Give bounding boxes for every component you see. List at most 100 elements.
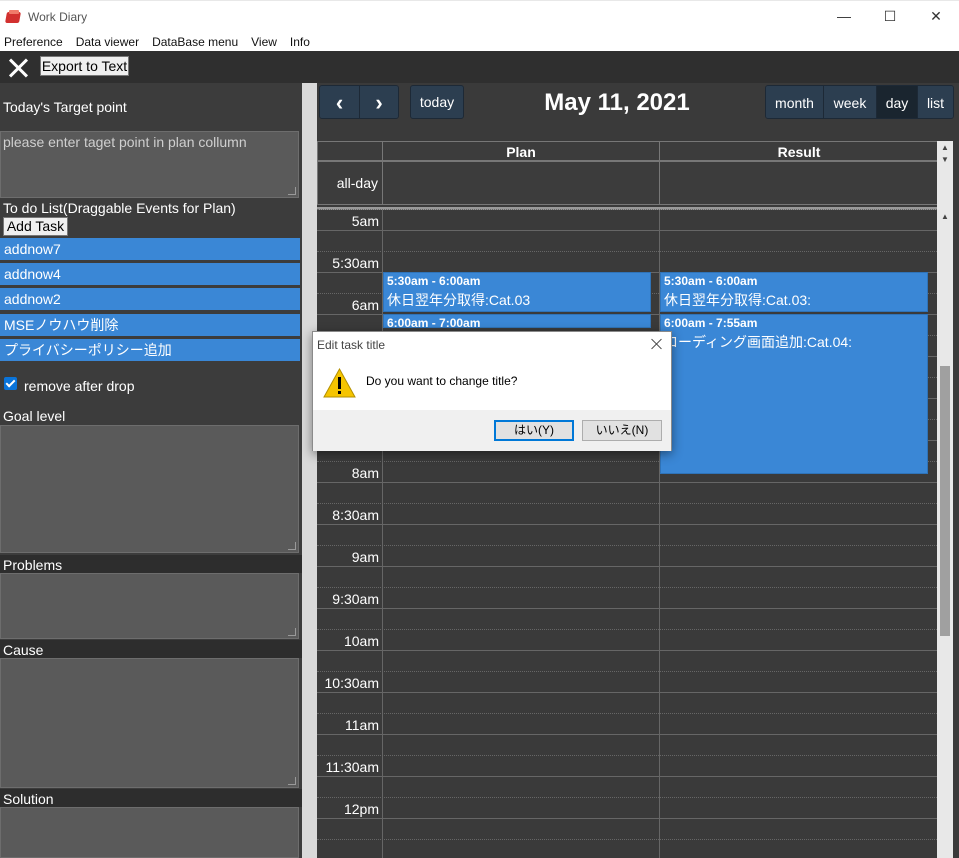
chevron-left-icon: ‹ — [335, 90, 344, 115]
menu-data-viewer[interactable]: Data viewer — [76, 35, 139, 49]
todo-item[interactable]: MSEノウハウ削除 — [0, 314, 300, 336]
plan-event[interactable]: 5:30am - 6:00am 休日翌年分取得:Cat.03 — [383, 272, 651, 312]
goal-level-textarea[interactable] — [0, 425, 299, 553]
close-icon[interactable] — [6, 56, 30, 80]
dialog-title: Edit task title — [317, 338, 386, 352]
menu-database[interactable]: DataBase menu — [152, 35, 238, 49]
minimize-icon[interactable]: — — [821, 1, 867, 31]
toolbar: Export to Text — [0, 51, 959, 83]
time-label: 10am — [343, 633, 379, 649]
remove-after-drop-label: remove after drop — [24, 378, 135, 394]
target-point-label: Today's Target point — [3, 99, 127, 115]
dialog-message: Do you want to change title? — [366, 374, 518, 388]
time-slot-row[interactable] — [317, 756, 939, 777]
time-slot-row[interactable] — [317, 714, 939, 735]
time-label: 8am — [351, 465, 379, 481]
time-slot-row[interactable] — [317, 231, 939, 252]
resize-grip-icon[interactable] — [288, 542, 296, 550]
time-slot-row[interactable] — [317, 777, 939, 798]
edit-task-title-dialog: Edit task title Do you want to change ti… — [312, 331, 672, 451]
window-title: Work Diary — [28, 9, 88, 24]
export-to-text-button[interactable]: Export to Text — [40, 56, 129, 76]
time-slot-row[interactable] — [317, 840, 939, 858]
menu-bar: Preference Data viewer DataBase menu Vie… — [0, 32, 959, 51]
time-column-header — [317, 141, 383, 161]
todo-item[interactable]: addnow7 — [0, 238, 300, 260]
left-panel-scrollbar[interactable] — [302, 83, 317, 858]
time-label: 5am — [351, 213, 379, 229]
time-slot-row[interactable] — [317, 546, 939, 567]
time-label: 6am — [351, 297, 379, 313]
app-book-icon — [6, 9, 22, 24]
view-week-button[interactable]: week — [823, 86, 876, 118]
todo-item[interactable]: addnow2 — [0, 288, 300, 310]
time-slot-row[interactable] — [317, 189, 939, 210]
time-slot-row[interactable] — [317, 504, 939, 525]
menu-view[interactable]: View — [251, 35, 277, 49]
resize-grip-icon[interactable] — [288, 777, 296, 785]
view-list-button[interactable]: list — [917, 86, 953, 118]
time-label: 9am — [351, 549, 379, 565]
add-task-button[interactable]: Add Task — [3, 217, 68, 236]
menu-info[interactable]: Info — [290, 35, 310, 49]
time-label: 5:30am — [332, 255, 379, 271]
time-label: 10:30am — [324, 675, 379, 691]
calendar-date-title: May 11, 2021 — [544, 89, 690, 116]
event-title: 休日翌年分取得:Cat.03: — [664, 292, 812, 308]
cause-textarea[interactable] — [0, 658, 299, 788]
time-slot-row[interactable] — [317, 483, 939, 504]
todo-item[interactable]: プライバシーポリシー追加 — [0, 339, 300, 361]
scroll-up-icon[interactable]: ▲ — [940, 143, 950, 152]
calendar-scrollbar[interactable]: ▲ ▼ ▲ — [937, 141, 953, 858]
close-icon[interactable] — [651, 338, 663, 350]
result-event[interactable]: 5:30am - 6:00am 休日翌年分取得:Cat.03: — [660, 272, 928, 312]
close-window-icon[interactable]: ✕ — [913, 1, 959, 31]
calendar: ‹ › today May 11, 2021 month week day li… — [317, 83, 959, 858]
time-slot-row[interactable] — [317, 672, 939, 693]
menu-preference[interactable]: Preference — [4, 35, 63, 49]
problems-textarea[interactable] — [0, 573, 299, 639]
resize-grip-icon[interactable] — [288, 628, 296, 636]
goal-level-label: Goal level — [3, 408, 66, 424]
target-point-placeholder: please enter taget point in plan collumn — [3, 134, 247, 150]
view-day-button[interactable]: day — [876, 86, 917, 118]
prev-day-button[interactable]: ‹ — [320, 86, 359, 118]
time-slot-row[interactable] — [317, 735, 939, 756]
next-day-button[interactable]: › — [358, 86, 398, 118]
scroll-up-icon[interactable]: ▲ — [940, 212, 950, 221]
section-band — [0, 640, 302, 658]
scroll-thumb[interactable] — [940, 366, 950, 636]
target-point-textarea[interactable]: please enter taget point in plan collumn — [0, 131, 299, 198]
title-bar: Work Diary — ☐ ✕ — [0, 0, 959, 32]
plan-event[interactable]: 6:00am - 7:00am — [383, 314, 651, 328]
window-controls: — ☐ ✕ — [821, 1, 959, 33]
time-slot-row[interactable] — [317, 630, 939, 651]
time-slot-row[interactable] — [317, 693, 939, 714]
time-slot-row[interactable] — [317, 567, 939, 588]
today-button[interactable]: today — [410, 85, 464, 119]
view-switcher: month week day list — [765, 85, 954, 119]
maximize-icon[interactable]: ☐ — [867, 1, 913, 31]
event-title: 休日翌年分取得:Cat.03 — [387, 292, 531, 308]
time-slot-row[interactable] — [317, 819, 939, 840]
view-month-button[interactable]: month — [766, 86, 823, 118]
resize-grip-icon[interactable] — [288, 187, 296, 195]
time-slot-row[interactable] — [317, 798, 939, 819]
todo-item[interactable]: addnow4 — [0, 263, 300, 285]
result-event[interactable]: 6:00am - 7:55am ローディング画面追加:Cat.04: — [660, 314, 928, 474]
nav-button-group: ‹ › — [319, 85, 399, 119]
time-slot-row[interactable] — [317, 210, 939, 231]
yes-button[interactable]: はい(Y) — [494, 420, 574, 441]
dialog-footer: はい(Y) いいえ(N) — [313, 410, 671, 451]
solution-textarea[interactable] — [0, 807, 299, 858]
remove-after-drop-checkbox[interactable] — [4, 377, 17, 390]
result-column-header: Result — [659, 141, 939, 161]
no-button[interactable]: いいえ(N) — [582, 420, 662, 441]
time-slot-row[interactable] — [317, 525, 939, 546]
time-slot-row[interactable] — [317, 651, 939, 672]
time-slot-row[interactable] — [317, 609, 939, 630]
cause-label: Cause — [3, 642, 44, 658]
time-slot-row[interactable] — [317, 588, 939, 609]
scroll-down-icon[interactable]: ▼ — [940, 155, 950, 164]
time-slot-row[interactable] — [317, 252, 939, 273]
